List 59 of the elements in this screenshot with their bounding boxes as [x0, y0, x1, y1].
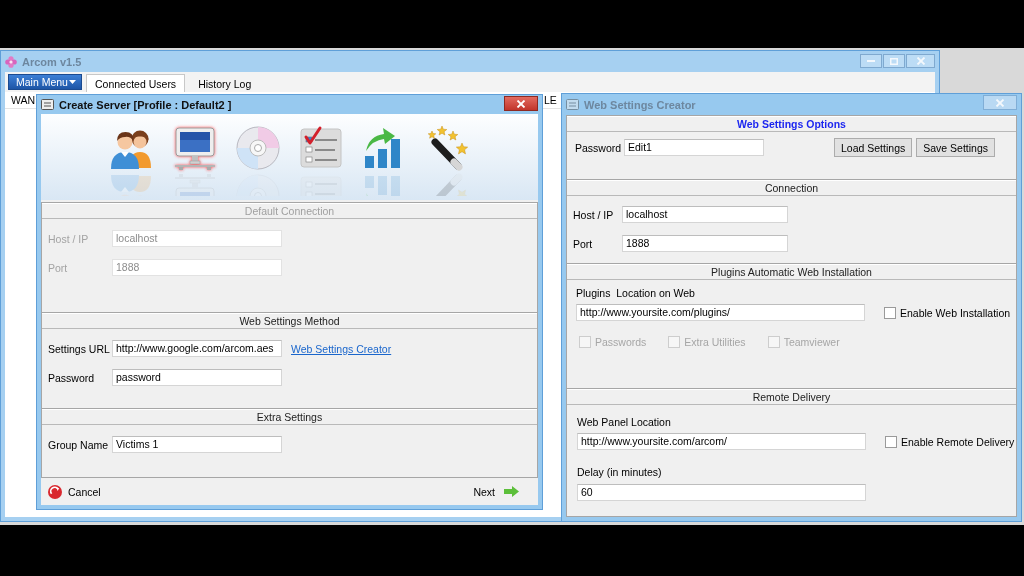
section-header: Extra Settings: [42, 409, 537, 425]
close-button[interactable]: [504, 96, 538, 111]
column-header[interactable]: LE: [544, 94, 557, 106]
section-header: Plugins Automatic Web Installation: [567, 264, 1016, 280]
section-header: Web Settings Options: [567, 116, 1016, 132]
field-label: Delay (in minutes): [577, 466, 663, 478]
checkbox-label[interactable]: Enable Web Installation: [900, 306, 1011, 319]
text-field[interactable]: 60: [577, 484, 866, 501]
text-field[interactable]: http://www.yoursite.com/plugins/: [576, 304, 865, 321]
text-field[interactable]: Victims 1: [112, 436, 282, 453]
text-field[interactable]: password: [112, 369, 282, 386]
text-field[interactable]: 1888: [622, 235, 788, 252]
section-header: Web Settings Method: [42, 313, 537, 329]
cancel-button[interactable]: Cancel: [48, 484, 101, 499]
tab[interactable]: History Log: [189, 74, 261, 92]
field-label: Settings URL: [48, 342, 111, 355]
disc-icon[interactable]: [234, 124, 282, 196]
minimize-button[interactable]: [860, 54, 882, 68]
section-header: Default Connection: [42, 203, 537, 219]
cancel-icon: [48, 484, 62, 499]
text-field[interactable]: localhost: [622, 206, 788, 223]
text-field[interactable]: Edit1: [624, 139, 764, 156]
window-title: Web Settings Creator: [584, 98, 697, 111]
close-icon: [516, 99, 526, 108]
window-title: Arcom v1.5: [22, 55, 83, 68]
maximize-icon: [890, 57, 898, 65]
field-label: Port: [48, 261, 69, 274]
tab[interactable]: Connected Users: [86, 74, 186, 92]
settings-button[interactable]: Load Settings: [834, 138, 913, 157]
field-label: Password: [575, 141, 623, 154]
checkbox[interactable]: [885, 435, 897, 448]
field-label: Host / IP: [573, 208, 615, 221]
field-label: Web Panel Location: [577, 416, 672, 428]
text-field[interactable]: http://www.yoursite.com/arcom/: [577, 433, 866, 450]
arrow-right-icon: [504, 486, 519, 497]
text-field[interactable]: http://www.google.com/arcom.aes: [112, 340, 282, 357]
close-icon: [995, 98, 1005, 107]
link[interactable]: Web Settings Creator: [291, 342, 392, 355]
window-title: Create Server [Profile : Default2 ]: [59, 98, 233, 111]
field-label: Port: [573, 237, 594, 250]
section-header: Remote Delivery: [567, 389, 1016, 405]
close-icon: [915, 57, 926, 65]
field-label: Plugins Location on Web: [576, 287, 696, 299]
checkbox[interactable]: [884, 306, 896, 319]
flower-icon[interactable]: [5, 55, 17, 68]
section-header: Connection: [567, 180, 1016, 196]
window-icon[interactable]: [41, 99, 54, 110]
maximize-button[interactable]: [883, 54, 905, 68]
settings-button[interactable]: Save Settings: [916, 138, 995, 157]
minimize-icon: [867, 60, 875, 62]
field-label: Group Name: [48, 438, 110, 451]
field-label: Host / IP: [48, 232, 90, 245]
column-header[interactable]: WAN: [11, 94, 36, 106]
checklist-icon[interactable]: [297, 124, 345, 196]
field-label: Password: [48, 371, 96, 384]
next-button[interactable]: Next: [473, 485, 519, 498]
caret-icon: [69, 80, 76, 84]
main-menu-button[interactable]: Main Menu: [8, 74, 82, 90]
checkbox-label[interactable]: Enable Remote Delivery: [901, 435, 1015, 448]
